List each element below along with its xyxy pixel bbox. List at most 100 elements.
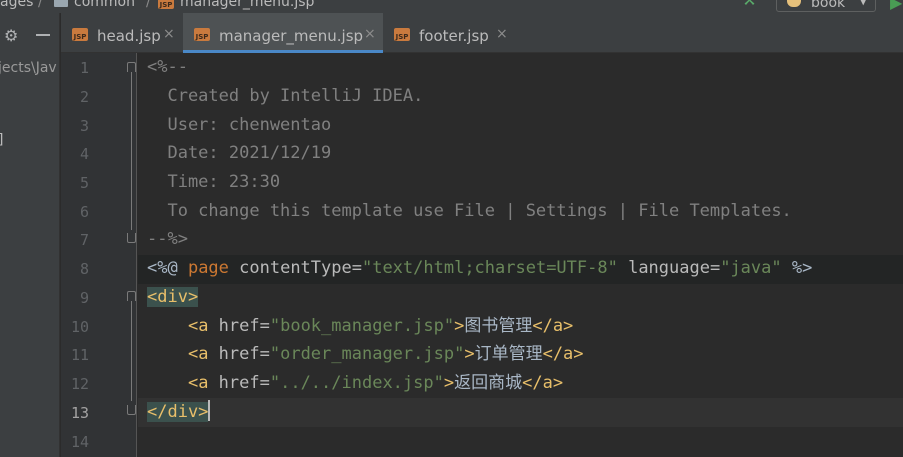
line-number: 14 [70,433,89,451]
directive-keyword: page [187,258,229,278]
folder-icon [54,0,68,7]
tag-bracket: > [454,316,465,336]
minimize-icon[interactable] [36,34,50,36]
div-open-tag: <div> [147,287,199,307]
line-number: 9 [79,289,89,307]
line-number: 10 [70,318,89,336]
fold-guide [131,301,132,401]
line-number: 8 [79,260,89,278]
attribute-name: language= [617,258,721,278]
run-configuration-label: book [811,0,846,11]
navigation-bar: ages / common / JSP manager_menu.jsp ⚒ b… [0,0,903,13]
line-number-gutter[interactable]: 1 2 3 4 5 6 7 8 9 10 11 12 13 14 [61,53,137,457]
line-number: 4 [79,145,89,163]
line-number: 2 [79,88,89,106]
tab-label: manager_menu.jsp [219,27,364,45]
anchor-close: </a> [522,373,564,393]
breadcrumb-separator: / [38,0,43,10]
anchor-open: <a [187,373,219,393]
breadcrumb-separator: / [146,0,151,10]
breadcrumb-file[interactable]: manager_menu.jsp [180,0,314,10]
tab-manager-menu-jsp[interactable]: JSP manager_menu.jsp × [183,13,383,53]
code-line-4: Date: 2021/12/19 [147,143,332,163]
tag-bracket: > [464,344,475,364]
code-line-6: To change this template use File | Setti… [147,201,792,221]
attribute-value: "book_manager.jsp" [269,316,455,336]
current-line-highlight [138,398,903,427]
close-icon[interactable]: × [364,26,376,42]
attribute-value: "java" [720,258,782,278]
directive-close: %> [781,258,813,278]
code-line-9: <div> [147,283,199,312]
line-number-current: 13 [70,404,89,422]
code-line-13: </div> [147,398,211,427]
attribute-value: "text/html;charset=UTF-8" [361,258,618,278]
attribute-value: "../../index.jsp" [269,373,444,393]
project-tree-item[interactable]: ] [0,132,3,148]
fold-marker-icon[interactable] [127,291,136,301]
breadcrumb-pages[interactable]: ages [0,0,33,10]
line-number: 12 [70,375,89,393]
attribute-name: href= [218,344,270,364]
link-text: 图书管理 [464,316,533,336]
fold-marker-icon[interactable] [127,62,136,72]
fold-guide [131,72,132,230]
line-number: 1 [79,59,89,77]
directive-open: <%@ [147,258,188,278]
chevron-down-icon: ▼ [859,0,868,7]
close-icon[interactable]: × [163,26,175,42]
anchor-open: <a [187,316,219,336]
jsp-file-icon: JSP [158,0,174,9]
attribute-name: contentType= [228,258,362,278]
close-icon[interactable]: × [496,26,508,42]
build-hammer-icon[interactable]: ⚒ [742,0,762,8]
link-text: 返回商城 [454,373,523,393]
code-line-3: User: chenwentao [147,115,332,135]
line-number: 6 [79,203,89,221]
code-line-8: <%@ page contentType="text/html;charset=… [147,254,812,283]
tab-footer-jsp[interactable]: JSP footer.jsp × [383,13,513,52]
project-panel: ⚙ jects\Jav ] [0,13,60,457]
jsp-file-icon: JSP [72,28,88,41]
anchor-close: </a> [532,316,574,336]
attribute-value: "order_manager.jsp" [269,344,465,364]
code-line-10: <a href="book_manager.jsp">图书管理</a> [147,312,573,341]
run-configuration-select[interactable]: book ▼ [776,0,876,12]
fold-marker-icon[interactable] [127,233,136,243]
code-line-2: Created by IntelliJ IDEA. [147,86,424,106]
tomcat-icon [787,0,801,7]
div-close-tag: </div> [147,402,209,422]
anchor-close: </a> [542,344,584,364]
run-icon[interactable]: ▶ [890,0,902,12]
breadcrumb-common[interactable]: common [74,0,135,10]
jsp-file-icon: JSP [194,28,210,41]
attribute-name: href= [218,316,270,336]
text-caret [208,400,211,421]
code-line-11: <a href="order_manager.jsp">订单管理</a> [147,340,584,369]
tab-head-jsp[interactable]: JSP head.jsp × [61,13,183,52]
line-number: 5 [79,174,89,192]
code-line-1: <%-- [147,57,188,77]
code-line-7: --%> [147,229,188,249]
jsp-file-icon: JSP [394,28,410,41]
editor-tabs: JSP head.jsp × JSP manager_menu.jsp × JS… [61,13,903,53]
gear-icon[interactable]: ⚙ [4,26,18,45]
tab-label: footer.jsp [419,27,489,45]
project-panel-toolbar: ⚙ [0,13,60,53]
attribute-name: href= [218,373,270,393]
fold-marker-icon[interactable] [127,405,136,415]
line-number: 7 [79,231,89,249]
line-number: 3 [79,117,89,135]
tab-label: head.jsp [97,27,161,45]
tag-bracket: > [443,373,455,393]
line-number: 11 [70,346,89,364]
code-editor[interactable]: 1 2 3 4 5 6 7 8 9 10 11 12 13 14 <%-- Cr… [61,53,903,457]
code-line-5: Time: 23:30 [147,172,281,192]
project-tree-path[interactable]: jects\Jav [0,60,57,76]
anchor-open: <a [187,344,219,364]
code-line-12: <a href="../../index.jsp">返回商城</a> [147,369,563,398]
link-text: 订单管理 [474,344,543,364]
